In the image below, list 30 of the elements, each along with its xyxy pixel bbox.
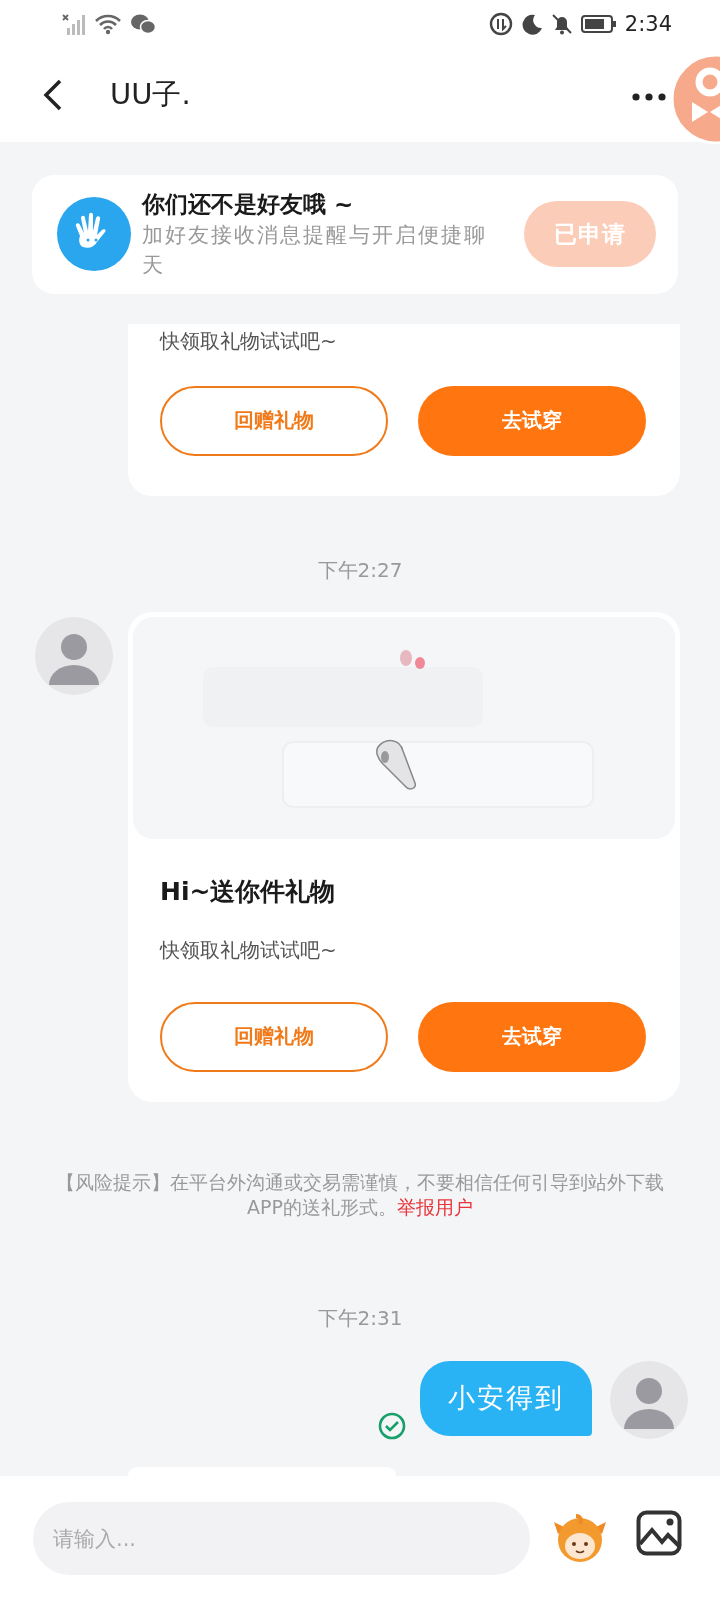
signal-icon	[62, 12, 86, 36]
message-bubble: 小安得到	[420, 1360, 592, 1436]
risk-notice: 【风险提示】在平台外沟通或交易需谨慎，不要相信任何引导到站外下载APP的送礼形式。举报用户	[55, 1169, 665, 1220]
more-icon[interactable]	[632, 92, 666, 101]
moon-icon	[520, 13, 543, 35]
message-input[interactable]: 请输入...	[33, 1502, 530, 1575]
clock-time: 2:34	[624, 12, 672, 36]
timestamp: 下午2:31	[317, 1305, 403, 1330]
banner-title: 你们还不是好友哦 ~	[142, 190, 355, 220]
wifi-icon	[94, 13, 122, 35]
try-on-button[interactable]: 去试穿	[418, 1001, 646, 1072]
avatar[interactable]	[610, 1360, 688, 1439]
data-saver-icon	[488, 12, 513, 36]
try-on-button[interactable]: 去试穿	[418, 385, 646, 456]
battery-icon	[580, 14, 617, 34]
gift-subtitle: 快领取礼物试试吧~	[160, 936, 338, 964]
waving-hand-icon	[56, 196, 132, 273]
chat-app-icon	[130, 13, 156, 35]
banner-subtitle: 加好友接收消息提醒与开启便捷聊天	[142, 222, 488, 280]
gift-title: Hi~送你件礼物	[160, 875, 337, 908]
image-icon[interactable]	[636, 1510, 682, 1556]
timestamp: 下午2:27	[317, 557, 403, 582]
chat-title: UU子.	[110, 76, 192, 113]
mascot-icon[interactable]	[552, 1512, 608, 1564]
bell-off-icon	[550, 13, 573, 35]
return-gift-button[interactable]: 回赠礼物	[160, 385, 388, 456]
avatar[interactable]	[35, 616, 113, 695]
report-link[interactable]: 举报用户	[396, 1195, 473, 1218]
return-gift-button[interactable]: 回赠礼物	[160, 1001, 388, 1072]
gift-subtitle: 快领取礼物试试吧~	[160, 327, 338, 355]
